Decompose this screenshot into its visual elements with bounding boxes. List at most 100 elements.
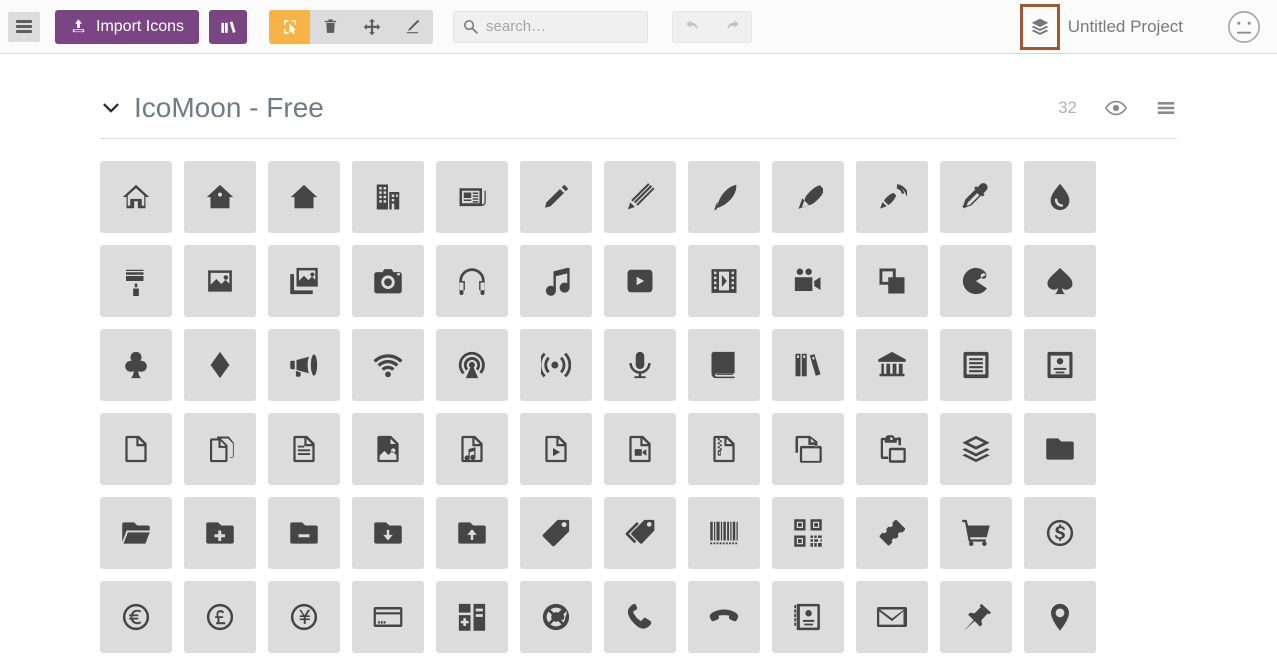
icon-cell[interactable] [688, 581, 760, 653]
icon-cell[interactable] [856, 413, 928, 485]
icon-cell[interactable] [352, 161, 424, 233]
icon-cell[interactable] [604, 581, 676, 653]
icon-cell[interactable] [184, 161, 256, 233]
icon-cell[interactable] [772, 497, 844, 569]
icon-cell[interactable] [940, 497, 1012, 569]
icon-cell[interactable] [772, 581, 844, 653]
dice-icon [879, 268, 905, 294]
icon-cell[interactable] [856, 329, 928, 401]
icon-cell[interactable] [688, 329, 760, 401]
stack-icon [962, 435, 990, 463]
icon-cell[interactable] [1024, 329, 1096, 401]
folder-upload-icon [458, 522, 486, 544]
icon-cell[interactable] [772, 329, 844, 401]
icon-cell[interactable] [436, 581, 508, 653]
icon-cell[interactable] [520, 245, 592, 317]
icon-cell[interactable] [436, 497, 508, 569]
icon-cell[interactable] [604, 329, 676, 401]
icon-cell[interactable] [268, 413, 340, 485]
books-icon [220, 20, 236, 33]
icon-cell[interactable] [436, 245, 508, 317]
icon-cell[interactable] [436, 329, 508, 401]
tool-select[interactable] [269, 9, 311, 44]
icon-cell[interactable] [604, 413, 676, 485]
icon-cell[interactable] [940, 413, 1012, 485]
icon-cell[interactable] [184, 581, 256, 653]
icon-cell[interactable] [268, 581, 340, 653]
icon-cell[interactable] [940, 581, 1012, 653]
icon-cell[interactable] [100, 161, 172, 233]
icon-cell[interactable] [1024, 245, 1096, 317]
icon-cell[interactable] [268, 329, 340, 401]
folder-minus-icon [290, 522, 318, 544]
icon-cell[interactable] [856, 497, 928, 569]
icon-cell[interactable] [772, 413, 844, 485]
project-stack-button[interactable] [1019, 3, 1060, 50]
headphones-icon [459, 268, 485, 295]
icon-cell[interactable] [772, 161, 844, 233]
icon-cell[interactable] [520, 581, 592, 653]
phone-hang-up-icon [709, 609, 739, 622]
icon-cell[interactable] [856, 161, 928, 233]
icon-cell[interactable] [352, 245, 424, 317]
icon-cell[interactable] [520, 329, 592, 401]
icon-cell[interactable] [1024, 497, 1096, 569]
icon-cell[interactable] [940, 161, 1012, 233]
tool-edit[interactable] [392, 10, 433, 44]
icon-cell[interactable] [352, 413, 424, 485]
icon-cell[interactable] [688, 413, 760, 485]
icon-cell[interactable] [688, 497, 760, 569]
search-input[interactable] [453, 10, 649, 43]
icon-cell[interactable] [184, 245, 256, 317]
icon-cell[interactable] [100, 497, 172, 569]
icon-cell[interactable] [100, 581, 172, 653]
set-menu-icon[interactable] [1155, 97, 1177, 119]
icon-cell[interactable] [268, 497, 340, 569]
icon-cell[interactable] [436, 413, 508, 485]
icon-cell[interactable] [100, 245, 172, 317]
account-face-button[interactable] [1225, 8, 1263, 46]
icon-cell[interactable] [520, 413, 592, 485]
icon-cell[interactable] [520, 161, 592, 233]
undo-button[interactable] [673, 12, 712, 42]
icon-cell[interactable] [352, 329, 424, 401]
icon-cell[interactable] [436, 161, 508, 233]
stack-icon [1031, 18, 1049, 35]
icon-cell[interactable] [772, 245, 844, 317]
icon-cell[interactable] [856, 245, 928, 317]
icon-cell[interactable] [940, 329, 1012, 401]
eye-icon[interactable] [1105, 97, 1127, 119]
icon-cell[interactable] [604, 161, 676, 233]
icon-cell[interactable] [520, 497, 592, 569]
library-button[interactable] [209, 9, 248, 44]
icon-cell[interactable] [100, 413, 172, 485]
import-icons-button[interactable]: Import Icons [55, 9, 200, 44]
icon-cell[interactable] [1024, 161, 1096, 233]
icon-cell[interactable] [184, 329, 256, 401]
icon-cell[interactable] [856, 581, 928, 653]
move-icon [363, 18, 380, 35]
folder-open-icon [122, 522, 150, 544]
icon-cell[interactable] [352, 581, 424, 653]
icon-cell[interactable] [688, 161, 760, 233]
icon-cell[interactable] [1024, 413, 1096, 485]
project-name-label[interactable]: Untitled Project [1068, 17, 1183, 37]
icon-cell[interactable] [940, 245, 1012, 317]
icon-cell[interactable] [268, 245, 340, 317]
icon-cell[interactable] [268, 161, 340, 233]
icon-cell[interactable] [604, 497, 676, 569]
icon-cell[interactable] [184, 413, 256, 485]
project-area: Untitled Project [1019, 3, 1183, 50]
chevron-down-icon[interactable] [100, 97, 122, 119]
icon-cell[interactable] [688, 245, 760, 317]
file-video-icon [629, 435, 651, 463]
icon-cell[interactable] [184, 497, 256, 569]
redo-button[interactable] [712, 12, 751, 42]
icon-cell[interactable] [1024, 581, 1096, 653]
tool-delete[interactable] [310, 10, 351, 44]
menu-toggle-button[interactable] [8, 11, 40, 42]
tool-move[interactable] [351, 10, 392, 44]
icon-cell[interactable] [352, 497, 424, 569]
icon-cell[interactable] [604, 245, 676, 317]
icon-cell[interactable] [100, 329, 172, 401]
